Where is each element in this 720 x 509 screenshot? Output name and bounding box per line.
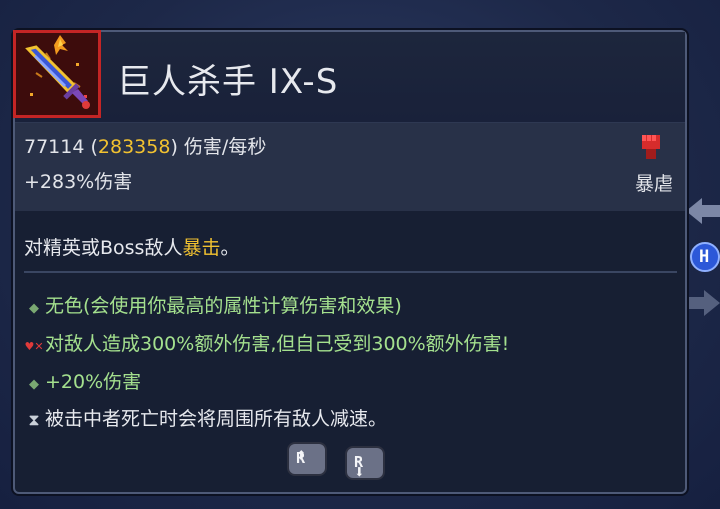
affix-text: 对敌人造成300%额外伤害,但自己受到300%额外伤害! (45, 333, 510, 355)
dps-crit-close: ) (170, 136, 178, 158)
description-highlight: 暴击 (182, 237, 221, 259)
giant-killer-sword-icon (13, 30, 101, 118)
tooltip-header: 巨人杀手 IX-S (13, 30, 685, 123)
side-badge-label: H (699, 247, 710, 267)
affix-item: ◆ 无色(会使用你最高的属性计算伤害和效果) (23, 291, 402, 318)
side-arrow-right-icon[interactable] (686, 288, 720, 318)
side-arrow-left-icon[interactable] (686, 196, 720, 226)
stats-section: 77114 (283358) 伤害/每秒 +283%伤害 暴虐 (15, 123, 685, 211)
affix-item: ◆ +20%伤害 (23, 367, 141, 394)
affix-text: 无色(会使用你最高的属性计算伤害和效果) (45, 295, 402, 317)
affix-text: 被击中者死亡时会将周围所有敌人减速。 (45, 408, 388, 430)
fist-icon (642, 135, 660, 159)
hourglass-icon: ⧗ (28, 410, 40, 429)
diamond-bullet-icon: ◆ (29, 301, 39, 316)
damage-bonus: +283%伤害 (24, 171, 133, 193)
dps-unit: 伤害/每秒 (183, 136, 267, 158)
affix-item: ♥✕对敌人造成300%额外伤害,但自己受到300%额外伤害! (23, 329, 509, 356)
scroll-up-button[interactable]: R ⬆ (287, 442, 327, 476)
tag-label: 暴虐 (634, 173, 673, 195)
arrow-down-icon: ⬇ (354, 462, 365, 483)
item-tooltip-panel: 巨人杀手 IX-S 77114 (283358) 伤害/每秒 +283%伤害 暴… (13, 30, 687, 494)
item-description: 对精英或Boss敌人暴击。 (24, 233, 240, 260)
affix-text: +20%伤害 (45, 371, 142, 393)
affix-item: ⧗ 被击中者死亡时会将周围所有敌人减速。 (23, 404, 387, 431)
description-prefix: 对精英或Boss敌人 (24, 237, 183, 259)
description-suffix: 。 (220, 237, 240, 259)
dps-crit-value: 283358 (97, 136, 171, 158)
divider (24, 271, 677, 273)
scroll-down-button[interactable]: R ⬇ (345, 446, 385, 483)
item-name: 巨人杀手 IX-S (117, 62, 339, 102)
dps-line: 77114 (283358) 伤害/每秒 (24, 132, 266, 159)
curse-icon: ♥✕ (24, 340, 44, 353)
arrow-up-icon: ⬆ (296, 445, 307, 466)
side-badge[interactable]: H (690, 242, 720, 272)
diamond-bullet-icon: ◆ (29, 377, 39, 392)
dps-crit-open: ( (90, 136, 98, 158)
dps-value: 77114 (24, 136, 85, 158)
